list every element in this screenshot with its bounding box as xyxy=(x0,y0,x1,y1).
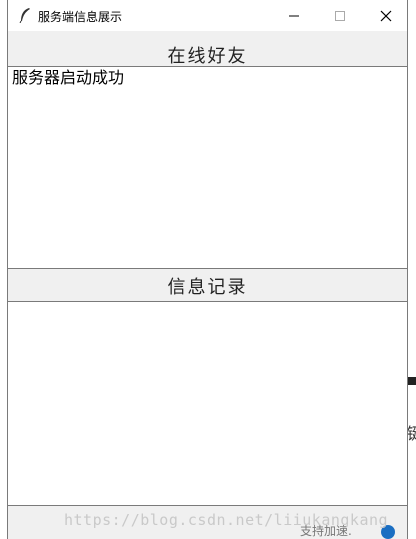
maximize-icon xyxy=(335,10,345,21)
minimize-icon xyxy=(289,15,299,16)
window-title: 服务端信息展示 xyxy=(38,10,123,24)
title-bar[interactable]: 服务端信息展示 xyxy=(8,0,407,31)
background-glyph: 键 xyxy=(407,424,416,443)
message-log-list[interactable] xyxy=(8,301,407,506)
maximize-button[interactable] xyxy=(317,0,363,31)
background-desktop-bottom xyxy=(0,506,7,539)
background-fragment xyxy=(407,377,416,385)
online-friends-label: 在线好友 xyxy=(167,46,248,67)
app-window: 服务端信息展示 在线好友 服务器启动成功 信息记录 xyxy=(7,0,408,539)
online-friends-list[interactable]: 服务器启动成功 xyxy=(8,66,407,269)
close-icon xyxy=(380,10,392,21)
watermark: https://blog.csdn.net/liiukangkang xyxy=(64,511,389,529)
minimize-button[interactable] xyxy=(271,0,317,31)
background-desktop xyxy=(408,0,416,539)
close-button[interactable] xyxy=(363,0,409,31)
message-log-label: 信息记录 xyxy=(167,277,248,298)
list-item[interactable]: 服务器启动成功 xyxy=(8,67,407,89)
feather-icon xyxy=(18,7,32,24)
